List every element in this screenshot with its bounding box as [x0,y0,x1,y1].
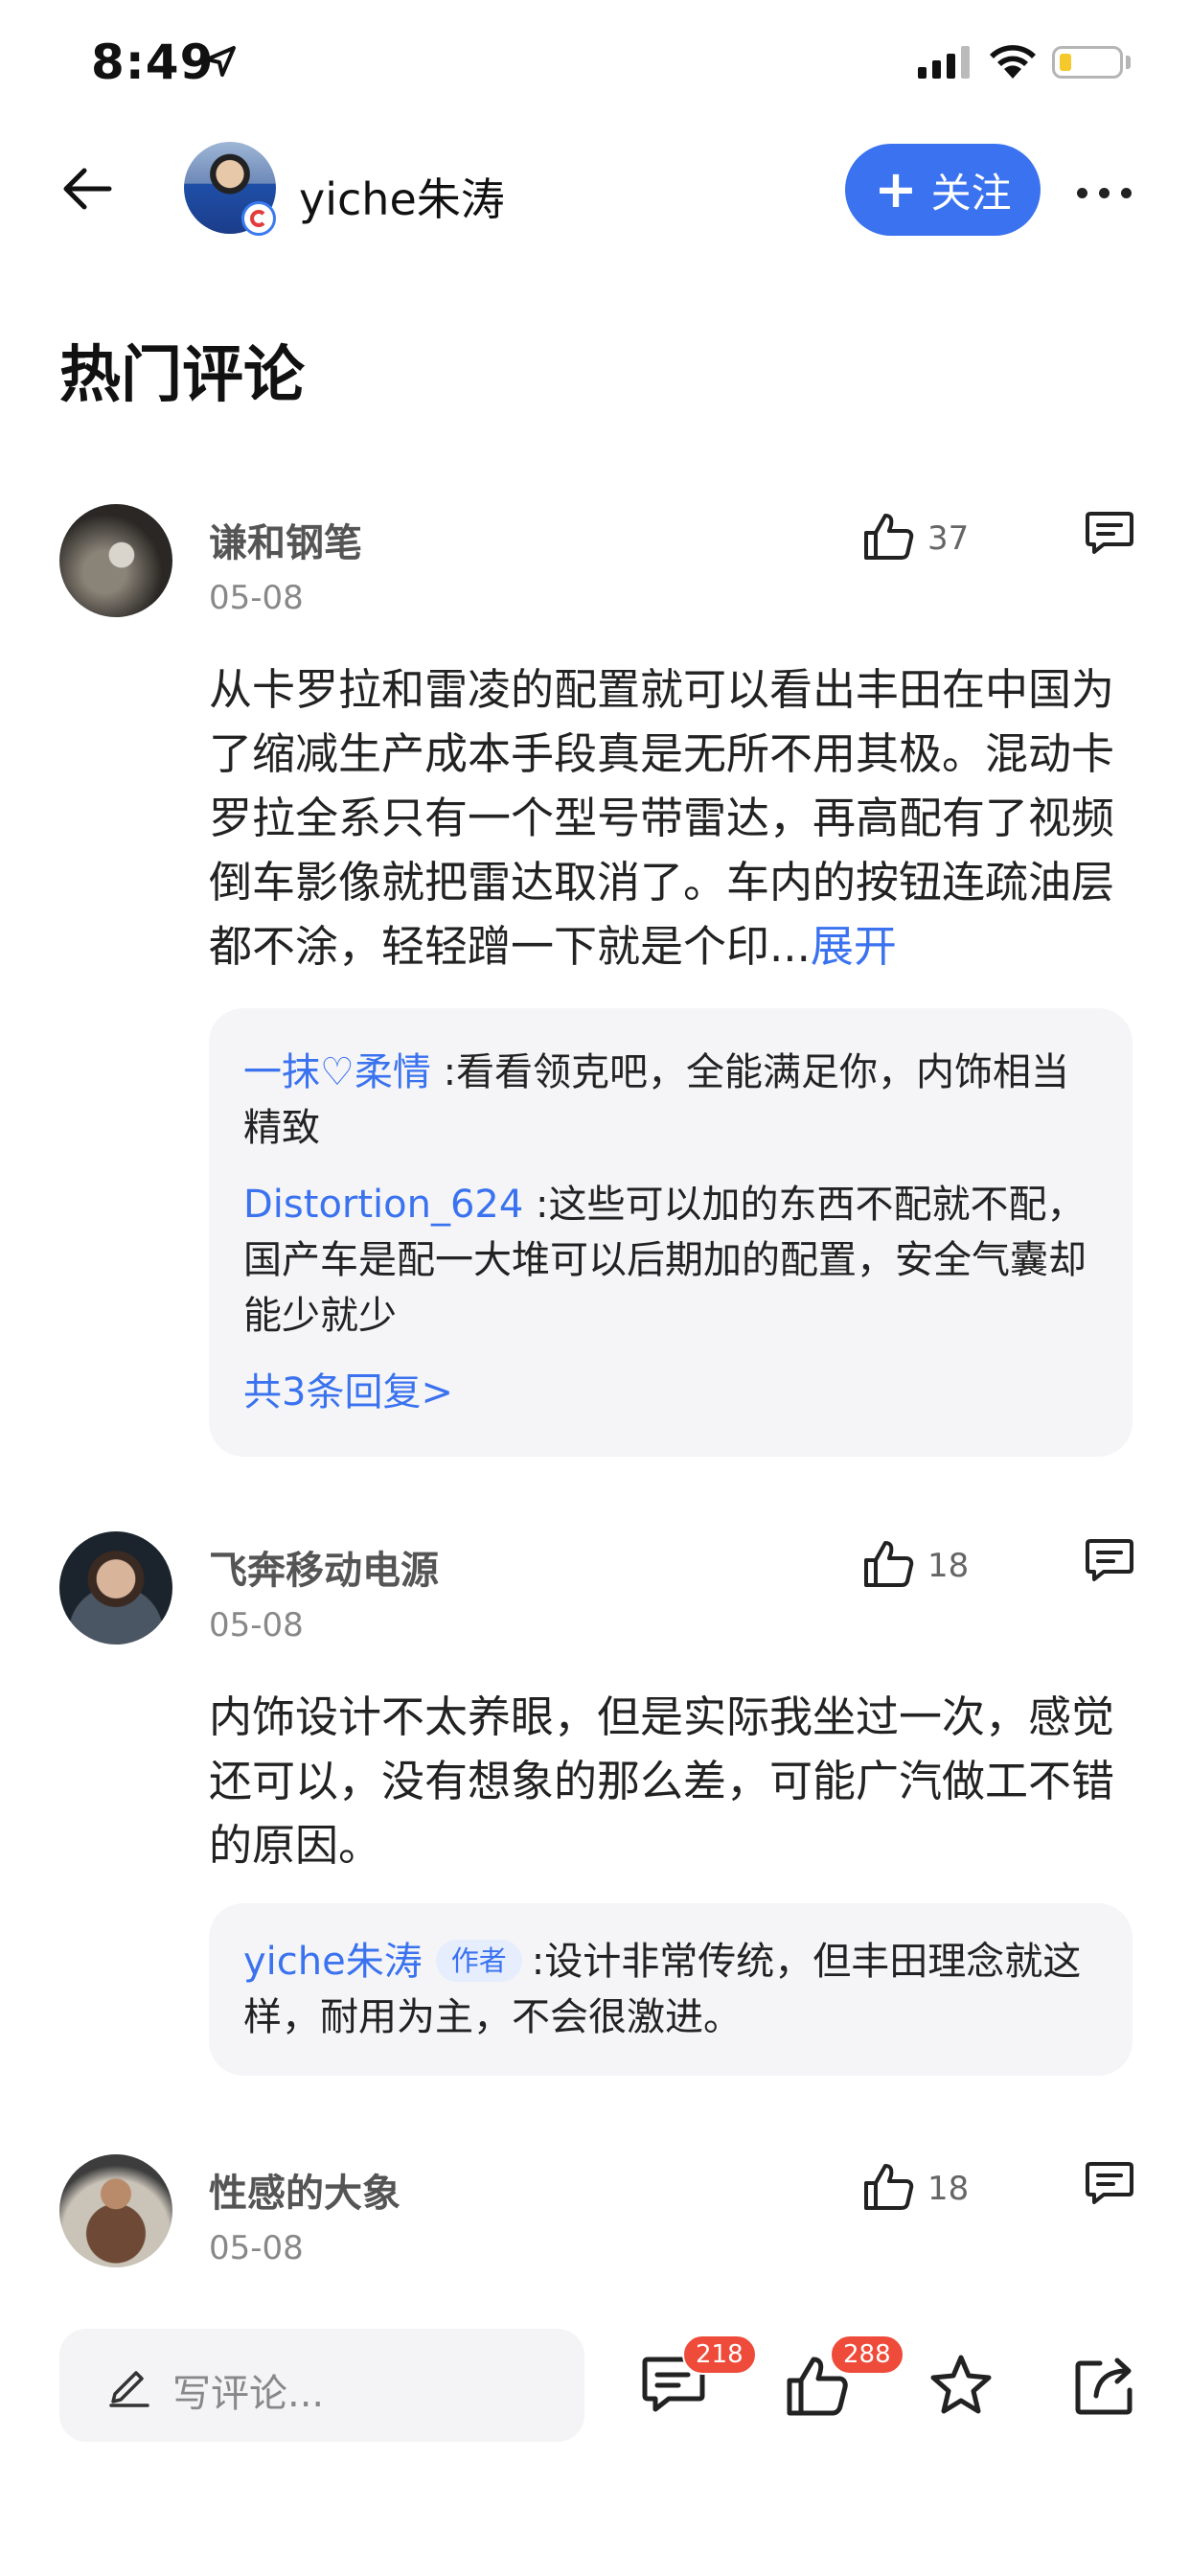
author-name[interactable]: yiche朱涛 [299,165,505,228]
follow-button[interactable]: + 关注 [845,144,1041,236]
comment-date: 05-08 [209,1606,304,1644]
verified-badge-icon [241,201,276,236]
back-arrow-icon[interactable] [59,161,115,217]
reply-comment-icon[interactable] [1085,2160,1134,2206]
battery-tip [1126,56,1131,69]
author-tag: 作者 [435,1940,522,1982]
comment-body: 从卡罗拉和雷凌的配置就可以看出丰田在中国为了缩减生产成本手段真是无所不用其极。混… [209,664,1115,972]
reply-box: 一抹♡柔情 :看看领克吧，全能满足你，内饰相当精致 Distortion_624… [209,1008,1133,1457]
comment-input-placeholder: 写评论... [172,2372,325,2416]
reply-item[interactable]: Distortion_624 :这些可以加的东西不配就不配，国产车是配一大堆可以… [243,1177,1098,1344]
expand-link[interactable]: 展开 [811,921,897,972]
like-count: 18 [927,2170,970,2208]
reply-username[interactable]: yiche朱涛 [243,1940,423,1984]
battery-icon [1052,46,1123,79]
comment-username[interactable]: 性感的大象 [209,2162,400,2218]
reply-item[interactable]: 一抹♡柔情 :看看领克吧，全能满足你，内饰相当精致 [243,1045,1098,1156]
thumbs-up-icon[interactable] [860,2158,916,2214]
share-icon[interactable] [1071,2352,1138,2419]
follow-label: 关注 [930,169,1012,217]
comment-date: 05-08 [209,2229,304,2267]
comment-date: 05-08 [209,579,304,617]
like-count-badge: 288 [830,2334,904,2375]
view-more-replies-link[interactable]: 共3条回复> [243,1365,1098,1420]
reply-comment-icon[interactable] [1085,510,1134,556]
comment-count-badge: 218 [682,2334,757,2375]
comment-text: 从卡罗拉和雷凌的配置就可以看出丰田在中国为了缩减生产成本手段真是无所不用其极。混… [209,657,1134,978]
comment-text: 内饰设计不太养眼，但是实际我坐过一次，感觉还可以，没有想象的那么差，可能广汽做工… [209,1691,1115,1871]
wifi-icon [990,45,1036,79]
more-options-icon[interactable] [1077,184,1143,202]
pen-icon [109,2371,149,2407]
section-title: 热门评论 [59,340,305,411]
reply-item[interactable]: yiche朱涛 作者:设计非常传统，但丰田理念就这样，耐用为主，不会很激进。 [243,1934,1098,2045]
comment-username[interactable]: 谦和钢笔 [209,512,362,567]
thumbs-up-icon[interactable] [860,1535,916,1591]
cellular-signal-icon [918,46,970,79]
status-time: 8:49 [91,34,215,90]
star-favorite-icon[interactable] [927,2352,995,2419]
reply-username[interactable]: 一抹♡柔情 [243,1050,431,1094]
thumbs-up-icon[interactable] [860,508,916,564]
like-count: 18 [927,1547,970,1585]
plus-icon: + [874,159,918,219]
reply-comment-icon[interactable] [1085,1537,1134,1583]
like-count: 37 [927,519,970,558]
reply-box: yiche朱涛 作者:设计非常传统，但丰田理念就这样，耐用为主，不会很激进。 [209,1903,1133,2076]
comment-avatar[interactable] [59,504,172,617]
comment-avatar[interactable] [59,1531,172,1644]
comment-username[interactable]: 飞奔移动电源 [209,1539,439,1595]
comment-avatar[interactable] [59,2154,172,2267]
location-arrow-icon [205,46,236,77]
reply-username[interactable]: Distortion_624 [243,1183,523,1227]
